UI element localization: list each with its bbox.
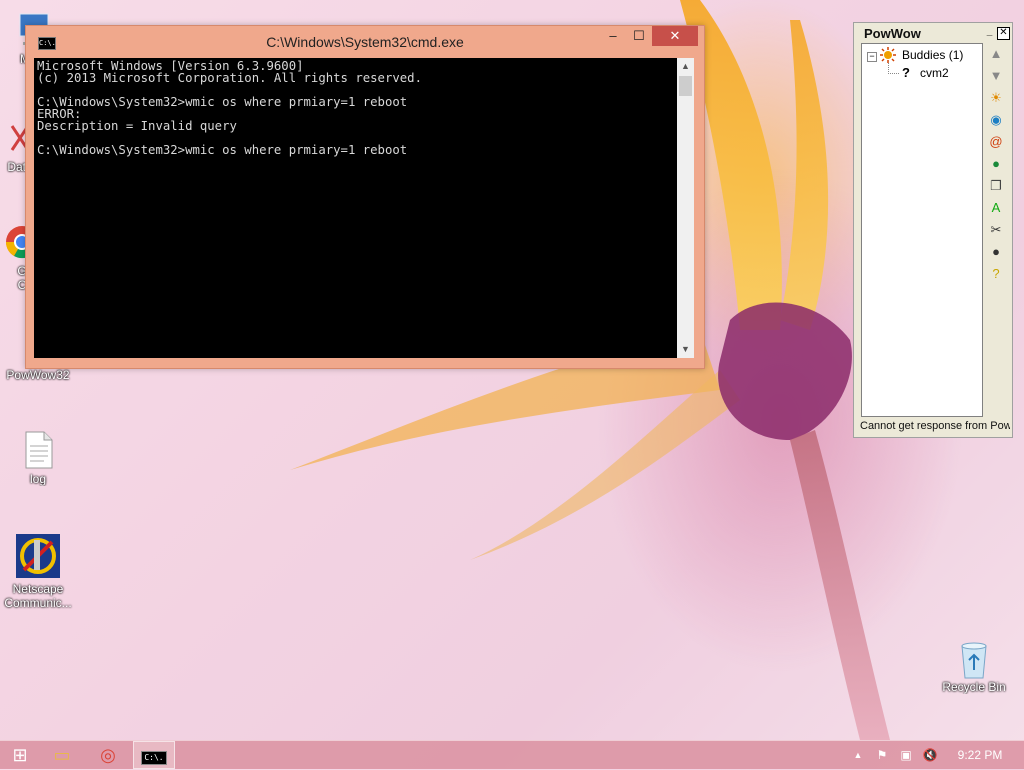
help-icon[interactable]: ?	[987, 265, 1005, 283]
network-icon[interactable]: ▣	[898, 747, 914, 763]
earth-icon[interactable]: ●	[987, 155, 1005, 173]
cmd-icon: C:\.	[141, 751, 167, 765]
scroll-thumb[interactable]	[679, 76, 692, 96]
buddy-item[interactable]: cvm2	[920, 66, 949, 80]
start-button[interactable]: ⊞	[0, 741, 40, 769]
taskbar-cmd[interactable]: C:\.	[133, 741, 175, 769]
globe-icon[interactable]: ◉	[987, 111, 1005, 129]
maximize-button[interactable]: ☐	[626, 26, 652, 46]
powwow-minimize-button[interactable]: _	[984, 27, 995, 38]
console-area[interactable]: Microsoft Windows [Version 6.3.9600] (c)…	[34, 58, 694, 358]
spiral-icon[interactable]: @	[987, 133, 1005, 151]
cmd-titlebar[interactable]: C:\. C:\Windows\System32\cmd.exe – ☐ ✕	[26, 26, 704, 58]
taskbar-chrome[interactable]: ◎	[88, 741, 128, 769]
scroll-down-icon[interactable]: ▼	[677, 341, 694, 358]
minimize-button[interactable]: –	[600, 26, 626, 46]
clock[interactable]: 9:22 PM	[952, 741, 1008, 769]
desktop-icon-netscape[interactable]: Netscape Communic...	[0, 532, 76, 610]
close-button[interactable]: ✕	[652, 26, 698, 46]
scroll-up-icon[interactable]: ▲	[987, 45, 1005, 63]
tree-connector	[888, 63, 899, 74]
network-error-icon[interactable]: ⚑	[874, 747, 890, 763]
desktop-icon-recycle-bin[interactable]: Recycle Bin	[936, 638, 1012, 694]
taskbar: ⊞ ▭ ◎ C:\. ▲ ⚑ ▣ 🔇 9:22 PM	[0, 740, 1024, 769]
scroll-down-icon[interactable]: ▼	[987, 67, 1005, 85]
text-file-icon	[18, 430, 58, 470]
status-bar: Cannot get response from Pow	[860, 420, 1010, 432]
buddy-tree[interactable]: − Buddies (1) ? cvm2	[861, 43, 983, 417]
netscape-icon	[14, 532, 62, 580]
unknown-status-icon: ?	[902, 65, 910, 80]
font-icon[interactable]: A	[987, 199, 1005, 217]
powwow-window[interactable]: PowWow _ ✕ − Buddies (1) ? cvm2 ▲ ▼ ☀ ◉ @ ● ❐ A…	[853, 22, 1013, 438]
buddies-group[interactable]: Buddies (1)	[902, 48, 963, 62]
folder-icon: ▭	[53, 745, 71, 765]
powwow-toolbar: ▲ ▼ ☀ ◉ @ ● ❐ A ✂ ●?	[984, 43, 1008, 415]
powwow-title: PowWow	[864, 26, 921, 41]
console-output[interactable]: Microsoft Windows [Version 6.3.9600] (c)…	[37, 60, 672, 356]
powwow-close-button[interactable]: ✕	[997, 27, 1010, 40]
chrome-icon: ◎	[100, 745, 116, 765]
tools-icon[interactable]: ✂	[987, 221, 1005, 239]
buddies-group-icon	[880, 47, 896, 63]
tree-expander[interactable]: −	[867, 52, 877, 62]
windows-icon[interactable]: ❐	[987, 177, 1005, 195]
powwow-titlebar[interactable]: PowWow _ ✕	[858, 26, 1010, 42]
sun-icon[interactable]: ☀	[987, 89, 1005, 107]
scroll-up-icon[interactable]: ▲	[677, 58, 694, 75]
windows-icon: ⊞	[12, 745, 28, 765]
taskbar-file-explorer[interactable]: ▭	[42, 741, 82, 769]
volume-muted-icon[interactable]: 🔇	[922, 747, 938, 763]
vertical-scrollbar[interactable]: ▲ ▼	[677, 58, 694, 358]
show-hidden-icons-button[interactable]: ▲	[850, 747, 866, 763]
desktop-icon-log[interactable]: log	[0, 430, 76, 486]
recycle-bin-icon	[954, 638, 994, 679]
cmd-window[interactable]: C:\. C:\Windows\System32\cmd.exe – ☐ ✕ M…	[25, 25, 705, 369]
chat-icon[interactable]: ●	[987, 243, 1005, 261]
